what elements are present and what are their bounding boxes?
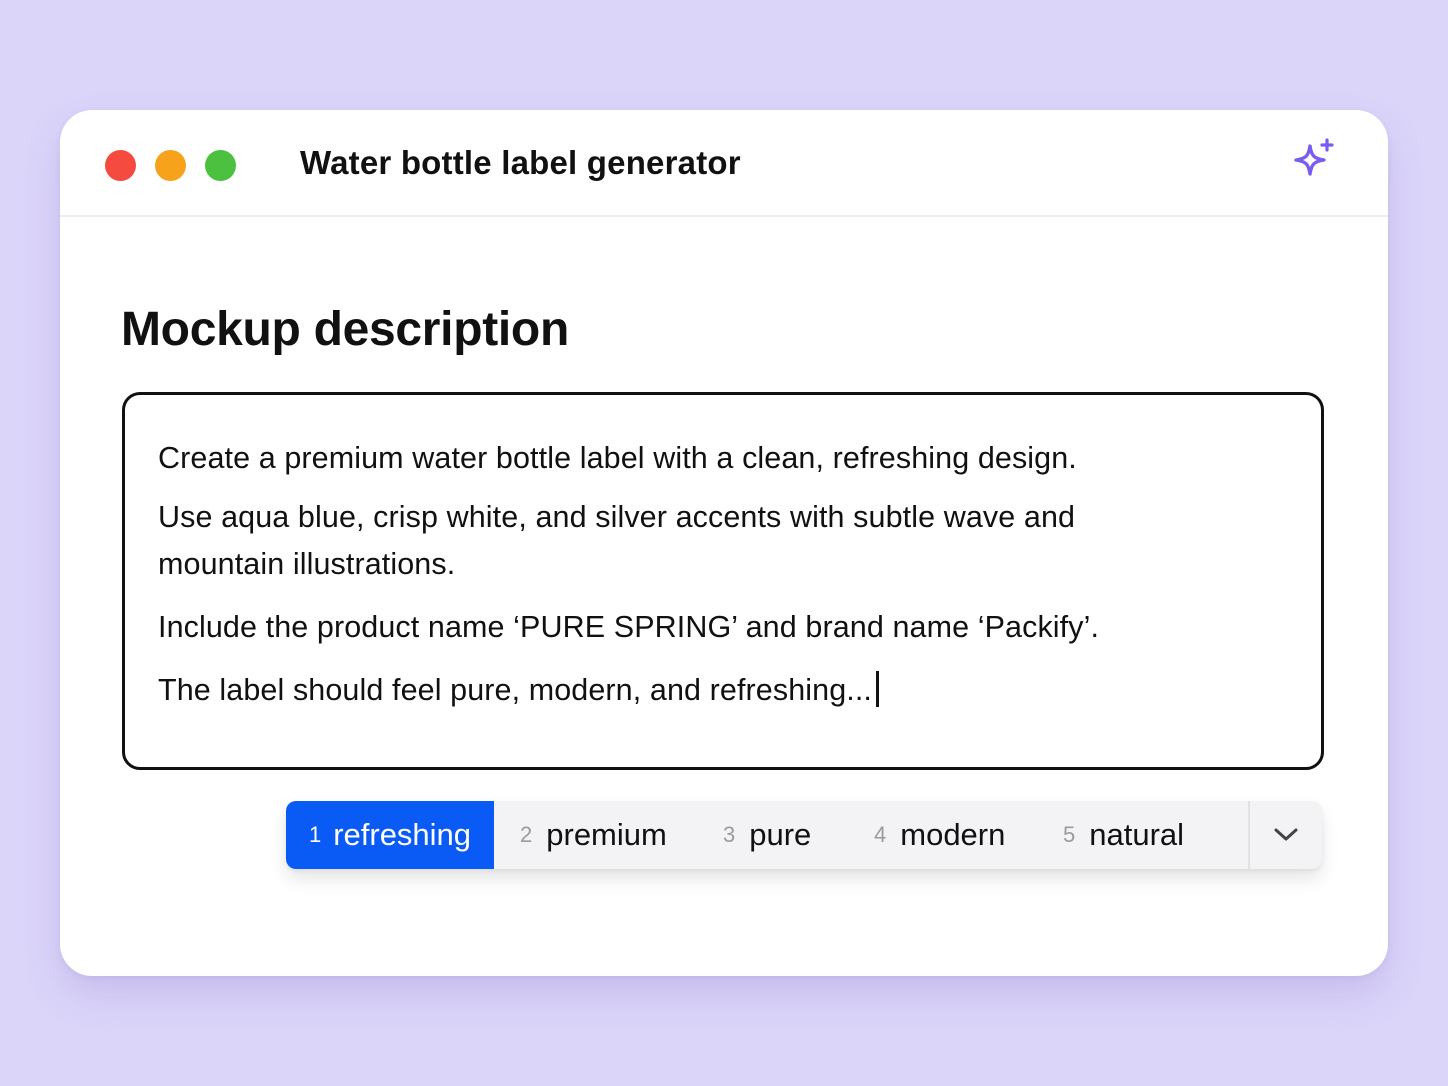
chevron-down-icon xyxy=(1274,828,1298,841)
sparkle-icon[interactable] xyxy=(1288,138,1338,188)
app-title: Water bottle label generator xyxy=(300,144,741,181)
suggestion-word: refreshing xyxy=(333,817,472,852)
suggestion-premium[interactable]: 2 premium xyxy=(520,801,667,869)
suggestion-word: modern xyxy=(900,817,1006,852)
description-line: Use aqua blue, crisp white, and silver a… xyxy=(158,500,1076,534)
suggestion-word: premium xyxy=(546,817,667,852)
description-line-last: The label should feel pure, modern, and … xyxy=(158,671,880,708)
suggestion-number: 2 xyxy=(520,822,533,847)
suggestion-modern[interactable]: 4 modern xyxy=(874,801,1005,869)
expand-suggestions-button[interactable] xyxy=(1250,801,1322,869)
suggestion-number: 4 xyxy=(874,822,887,847)
app-window: Water bottle label generator Mockup desc… xyxy=(60,110,1388,976)
suggestion-refreshing[interactable]: 1 refreshing xyxy=(286,801,494,869)
description-line-text: The label should feel pure, modern, and … xyxy=(158,673,873,707)
minimize-icon[interactable] xyxy=(155,150,186,181)
section-title: Mockup description xyxy=(121,303,569,356)
suggestion-number: 1 xyxy=(308,822,322,847)
word-suggestion-bar: 1 refreshing 2 premium 3 pure 4 modern 5… xyxy=(286,801,1322,869)
description-line: Create a premium water bottle label with… xyxy=(158,441,1077,475)
description-textarea[interactable]: Create a premium water bottle label with… xyxy=(122,392,1324,770)
suggestion-word: natural xyxy=(1089,817,1185,852)
text-cursor xyxy=(876,671,880,707)
close-icon[interactable] xyxy=(105,150,136,181)
description-line: mountain illustrations. xyxy=(158,547,456,581)
suggestion-word: pure xyxy=(749,817,812,852)
suggestion-number: 5 xyxy=(1063,822,1076,847)
suggestion-pure[interactable]: 3 pure xyxy=(723,801,811,869)
suggestion-number: 3 xyxy=(723,822,736,847)
description-line: Include the product name ‘PURE SPRING’ a… xyxy=(158,610,1100,644)
suggestion-natural[interactable]: 5 natural xyxy=(1063,801,1184,869)
title-bar: Water bottle label generator xyxy=(60,110,1388,217)
maximize-icon[interactable] xyxy=(205,150,236,181)
